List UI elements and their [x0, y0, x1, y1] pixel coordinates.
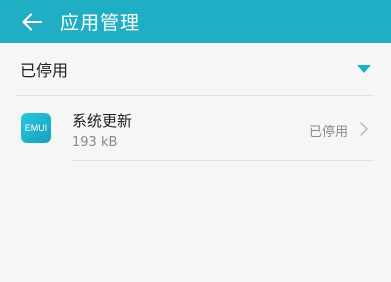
- app-bar: 应用管理: [0, 0, 391, 43]
- emui-app-icon: EMUI: [21, 113, 51, 143]
- disabled-section-header[interactable]: 已停用: [0, 43, 391, 95]
- back-button[interactable]: [10, 0, 54, 43]
- chevron-right-icon: [360, 122, 368, 136]
- app-row-system-update[interactable]: EMUI 系统更新 193 kB 已停用: [0, 96, 391, 160]
- app-icon-label: EMUI: [24, 123, 48, 133]
- page-title: 应用管理: [60, 12, 141, 34]
- app-status: 已停用: [309, 125, 349, 140]
- section-title: 已停用: [20, 61, 69, 80]
- caret-down-icon: [357, 65, 371, 73]
- arrow-left-icon: [22, 13, 42, 30]
- app-size: 193 kB: [72, 135, 118, 150]
- app-management-screen: 应用管理 已停用 EMUI 系统更新 193 kB 已停用: [0, 0, 391, 282]
- app-name: 系统更新: [72, 112, 133, 130]
- divider: [72, 160, 374, 161]
